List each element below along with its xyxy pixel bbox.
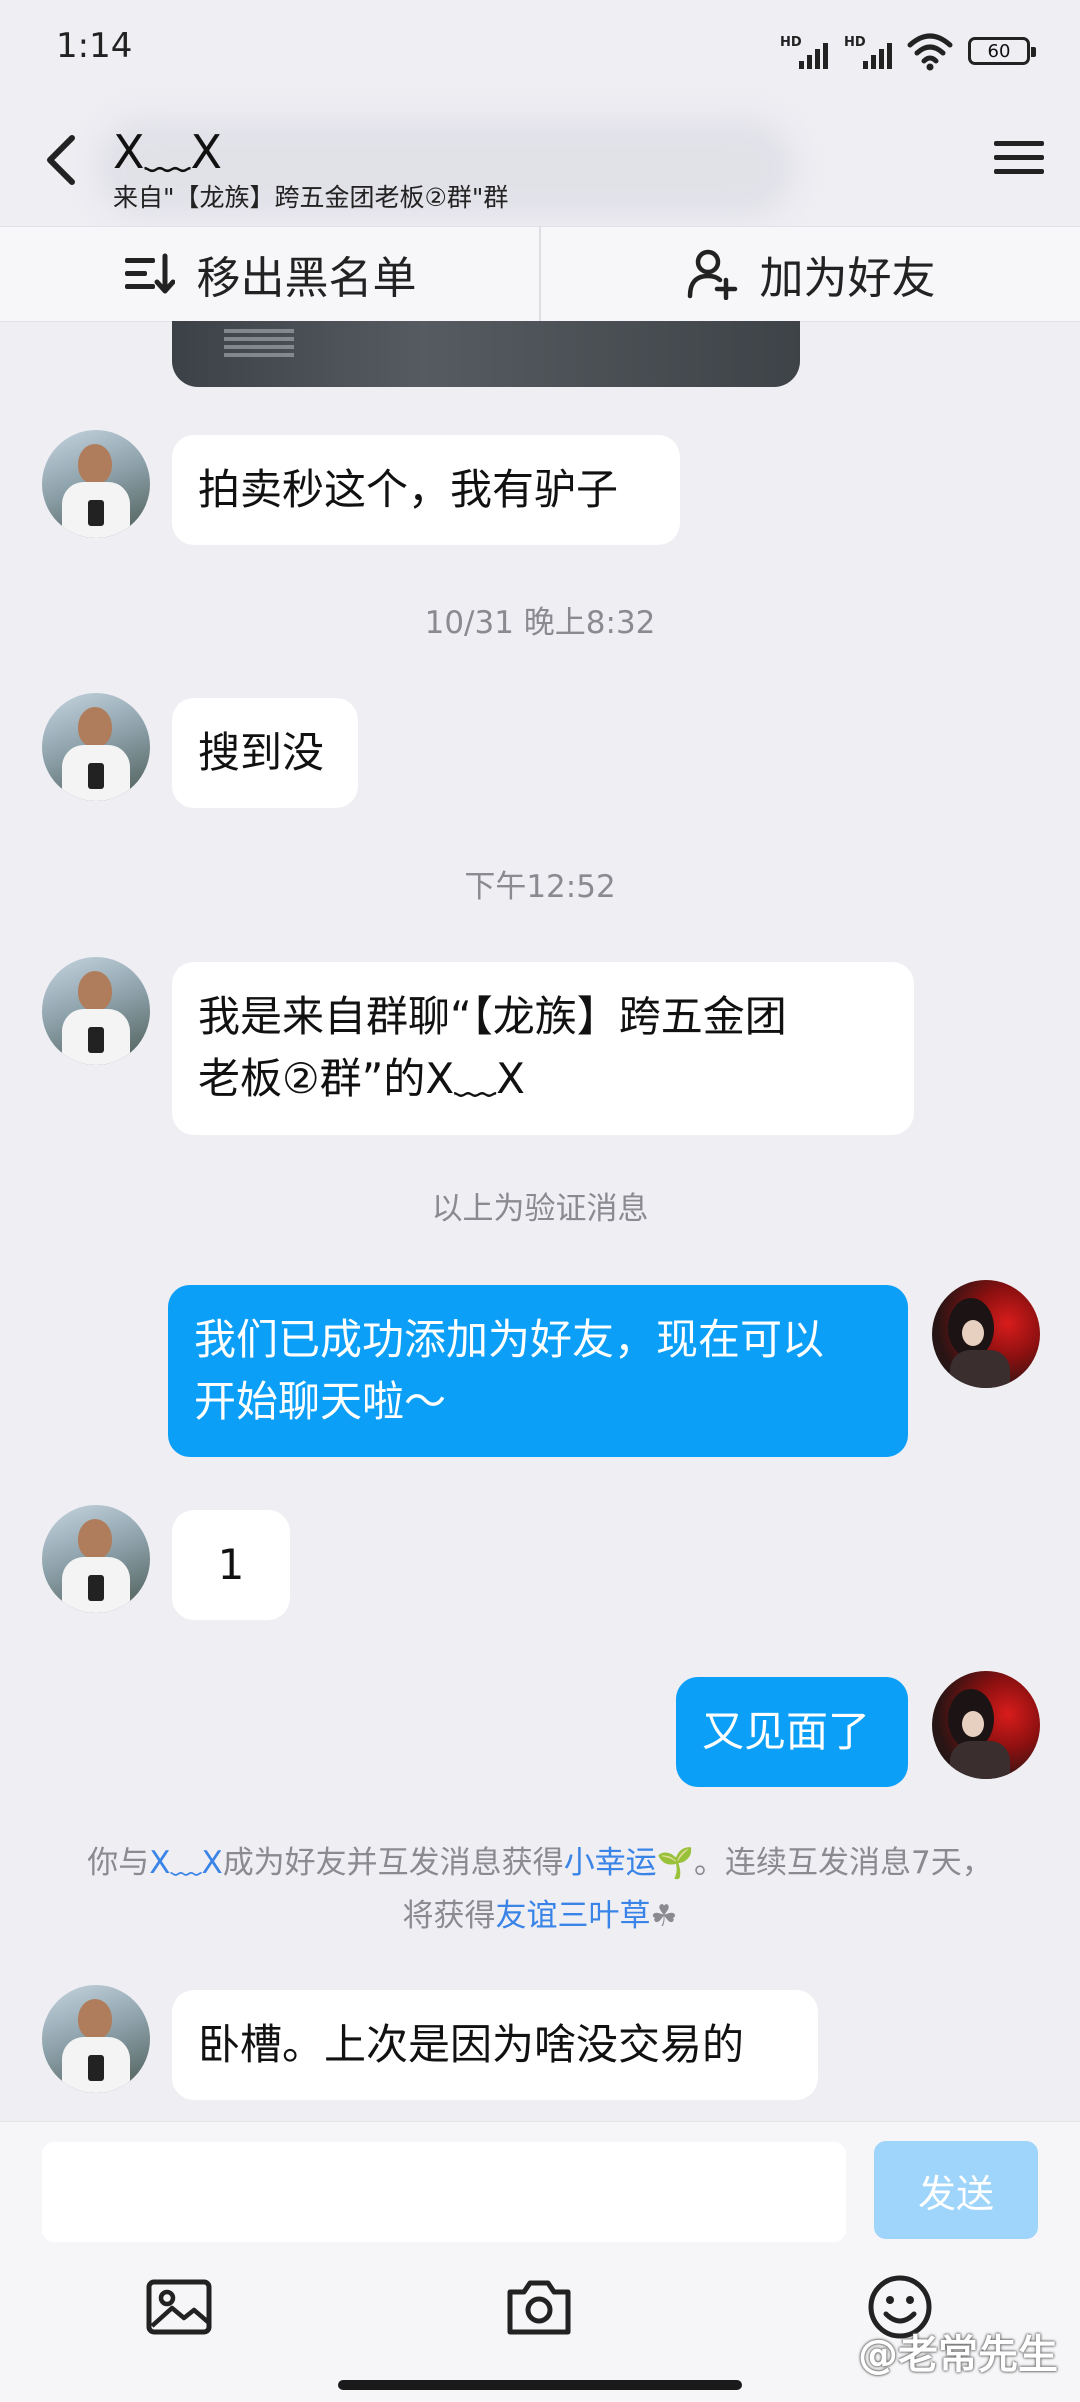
status-time: 1:14 bbox=[56, 26, 133, 66]
status-bar: 1:14 HD HD 60 bbox=[0, 0, 1080, 100]
message-timestamp: 10/31 晚上8:32 bbox=[424, 605, 656, 641]
notice-text: 将获得 bbox=[402, 1898, 496, 1934]
send-button[interactable]: 发送 bbox=[874, 2141, 1038, 2239]
message-line: 我们已成功添加为好友，现在可以 bbox=[194, 1315, 825, 1364]
notice-text: 成为好友并互发消息获得 bbox=[222, 1845, 564, 1881]
image-icon[interactable] bbox=[144, 2272, 214, 2342]
my-avatar[interactable] bbox=[932, 1280, 1040, 1388]
message-list[interactable]: 拍卖秒这个，我有驴子 10/31 晚上8:32 搜到没 下午12:52 我是来自… bbox=[0, 321, 1080, 2121]
wifi-icon bbox=[907, 33, 953, 71]
add-user-icon bbox=[687, 249, 737, 300]
image-message[interactable] bbox=[172, 321, 800, 387]
sprout-icon: 🌱 bbox=[656, 1846, 695, 1881]
contact-avatar[interactable] bbox=[42, 957, 150, 1065]
message-input[interactable] bbox=[42, 2142, 846, 2242]
battery-level: 60 bbox=[987, 40, 1011, 62]
notice-line: 将获得友谊三叶草☘ bbox=[0, 1890, 1080, 1943]
message-line: 我是来自群聊“【龙族】跨五金团 bbox=[198, 992, 787, 1041]
friendship-clover-link[interactable]: 友谊三叶草 bbox=[496, 1898, 651, 1934]
notice-text: 你与 bbox=[87, 1845, 150, 1881]
hamburger-menu-icon[interactable] bbox=[994, 134, 1044, 184]
status-icons: HD HD 60 bbox=[778, 26, 1036, 76]
action-bar: 移出黑名单 加为好友 bbox=[0, 226, 1080, 322]
verification-notice: 以上为验证消息 bbox=[431, 1191, 649, 1227]
remove-from-blacklist-label: 移出黑名单 bbox=[196, 253, 417, 304]
remove-from-blacklist-button[interactable]: 移出黑名单 bbox=[0, 227, 539, 321]
chat-title[interactable]: X﹏X bbox=[113, 116, 222, 182]
contact-avatar[interactable] bbox=[42, 430, 150, 538]
notice-text: 。连续互发消息7天， bbox=[694, 1845, 993, 1881]
watermark: @老常先生 bbox=[858, 2332, 1058, 2378]
signal-icon: HD bbox=[778, 31, 828, 71]
little-luck-link[interactable]: 小幸运 bbox=[564, 1845, 657, 1881]
camera-icon[interactable] bbox=[504, 2272, 574, 2342]
chat-subtitle: 来自"【龙族】跨五金团老板②群"群 bbox=[113, 183, 509, 212]
friend-streak-notice: 你与X﹏X成为好友并互发消息获得小幸运🌱。连续互发消息7天， 将获得友谊三叶草☘ bbox=[0, 1837, 1080, 1943]
chat-header: X﹏X 来自"【龙族】跨五金团老板②群"群 bbox=[0, 100, 1080, 226]
home-indicator[interactable] bbox=[338, 2380, 742, 2390]
message-bubble-incoming[interactable]: 1 bbox=[172, 1510, 290, 1620]
contact-name-link[interactable]: X﹏X bbox=[149, 1845, 222, 1881]
message-line: 开始聊天啦～ bbox=[194, 1377, 447, 1426]
message-timestamp: 下午12:52 bbox=[464, 869, 616, 905]
battery-icon: 60 bbox=[968, 37, 1036, 65]
contact-avatar[interactable] bbox=[42, 693, 150, 801]
add-friend-button[interactable]: 加为好友 bbox=[539, 227, 1080, 321]
message-bubble-outgoing[interactable]: 又见面了 bbox=[676, 1677, 908, 1787]
message-bubble-incoming[interactable]: 卧槽。上次是因为啥没交易的 bbox=[172, 1990, 818, 2100]
contact-avatar[interactable] bbox=[42, 1985, 150, 2093]
message-bubble-incoming[interactable]: 我是来自群聊“【龙族】跨五金团 老板②群”的X﹏X bbox=[172, 962, 914, 1135]
message-line: 老板②群”的X﹏X bbox=[198, 1054, 525, 1103]
notice-line: 你与X﹏X成为好友并互发消息获得小幸运🌱。连续互发消息7天， bbox=[0, 1837, 1080, 1890]
signal-icon: HD bbox=[842, 31, 892, 71]
my-avatar[interactable] bbox=[932, 1671, 1040, 1779]
back-icon[interactable] bbox=[38, 130, 84, 190]
message-bubble-incoming[interactable]: 拍卖秒这个，我有驴子 bbox=[172, 435, 680, 545]
clover-icon: ☘ bbox=[650, 1899, 678, 1934]
contact-avatar[interactable] bbox=[42, 1505, 150, 1613]
add-friend-label: 加为好友 bbox=[759, 253, 936, 304]
message-bubble-incoming[interactable]: 搜到没 bbox=[172, 698, 358, 808]
list-sort-icon bbox=[124, 253, 175, 294]
message-bubble-outgoing[interactable]: 我们已成功添加为好友，现在可以 开始聊天啦～ bbox=[168, 1285, 908, 1457]
